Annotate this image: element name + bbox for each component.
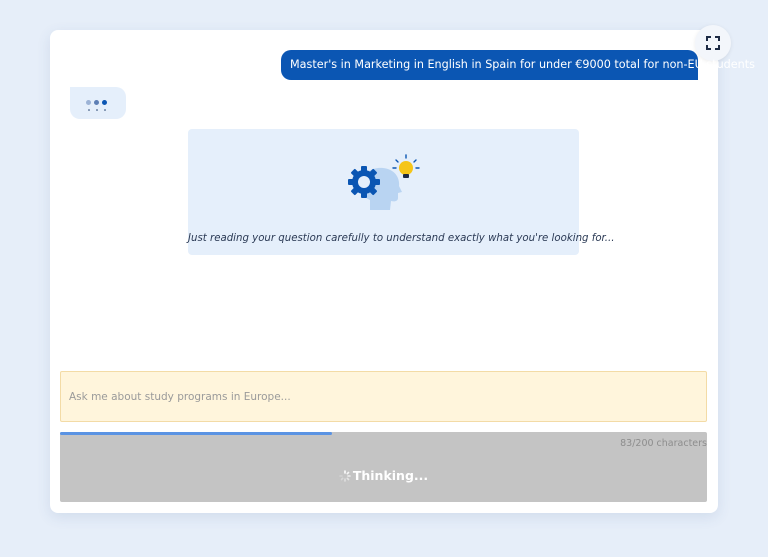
thinking-panel: Just reading your question carefully to … [188, 129, 615, 255]
submit-label: Thinking... [352, 468, 429, 483]
typing-dot [102, 100, 107, 105]
chat-card: Master's in Marketing in English in Spai… [50, 25, 755, 513]
progress-bar-fill [60, 432, 332, 435]
expand-icon [706, 36, 720, 50]
chat-input[interactable] [61, 372, 706, 421]
thinking-status-text: Just reading your question carefully to … [188, 233, 615, 244]
user-message-bubble: Master's in Marketing in English in Spai… [281, 50, 755, 80]
submit-label-row: Thinking... [60, 468, 707, 483]
typing-dots-icon [86, 100, 91, 105]
lightbulb-icon [392, 154, 420, 178]
typing-indicator [70, 87, 126, 119]
progress-bar [60, 432, 707, 435]
typing-dot [94, 100, 99, 105]
typing-sub-dot [96, 109, 98, 111]
character-count: 83/200 characters [620, 438, 707, 449]
submit-button[interactable]: 83/200 characters Thinking... [60, 432, 707, 502]
typing-sub-dot [104, 109, 106, 111]
gear-icon [348, 166, 380, 198]
thinking-illustration [348, 154, 420, 210]
spinner-icon [339, 469, 351, 482]
chat-input-container [60, 371, 707, 422]
typing-sub-dot [88, 109, 90, 111]
